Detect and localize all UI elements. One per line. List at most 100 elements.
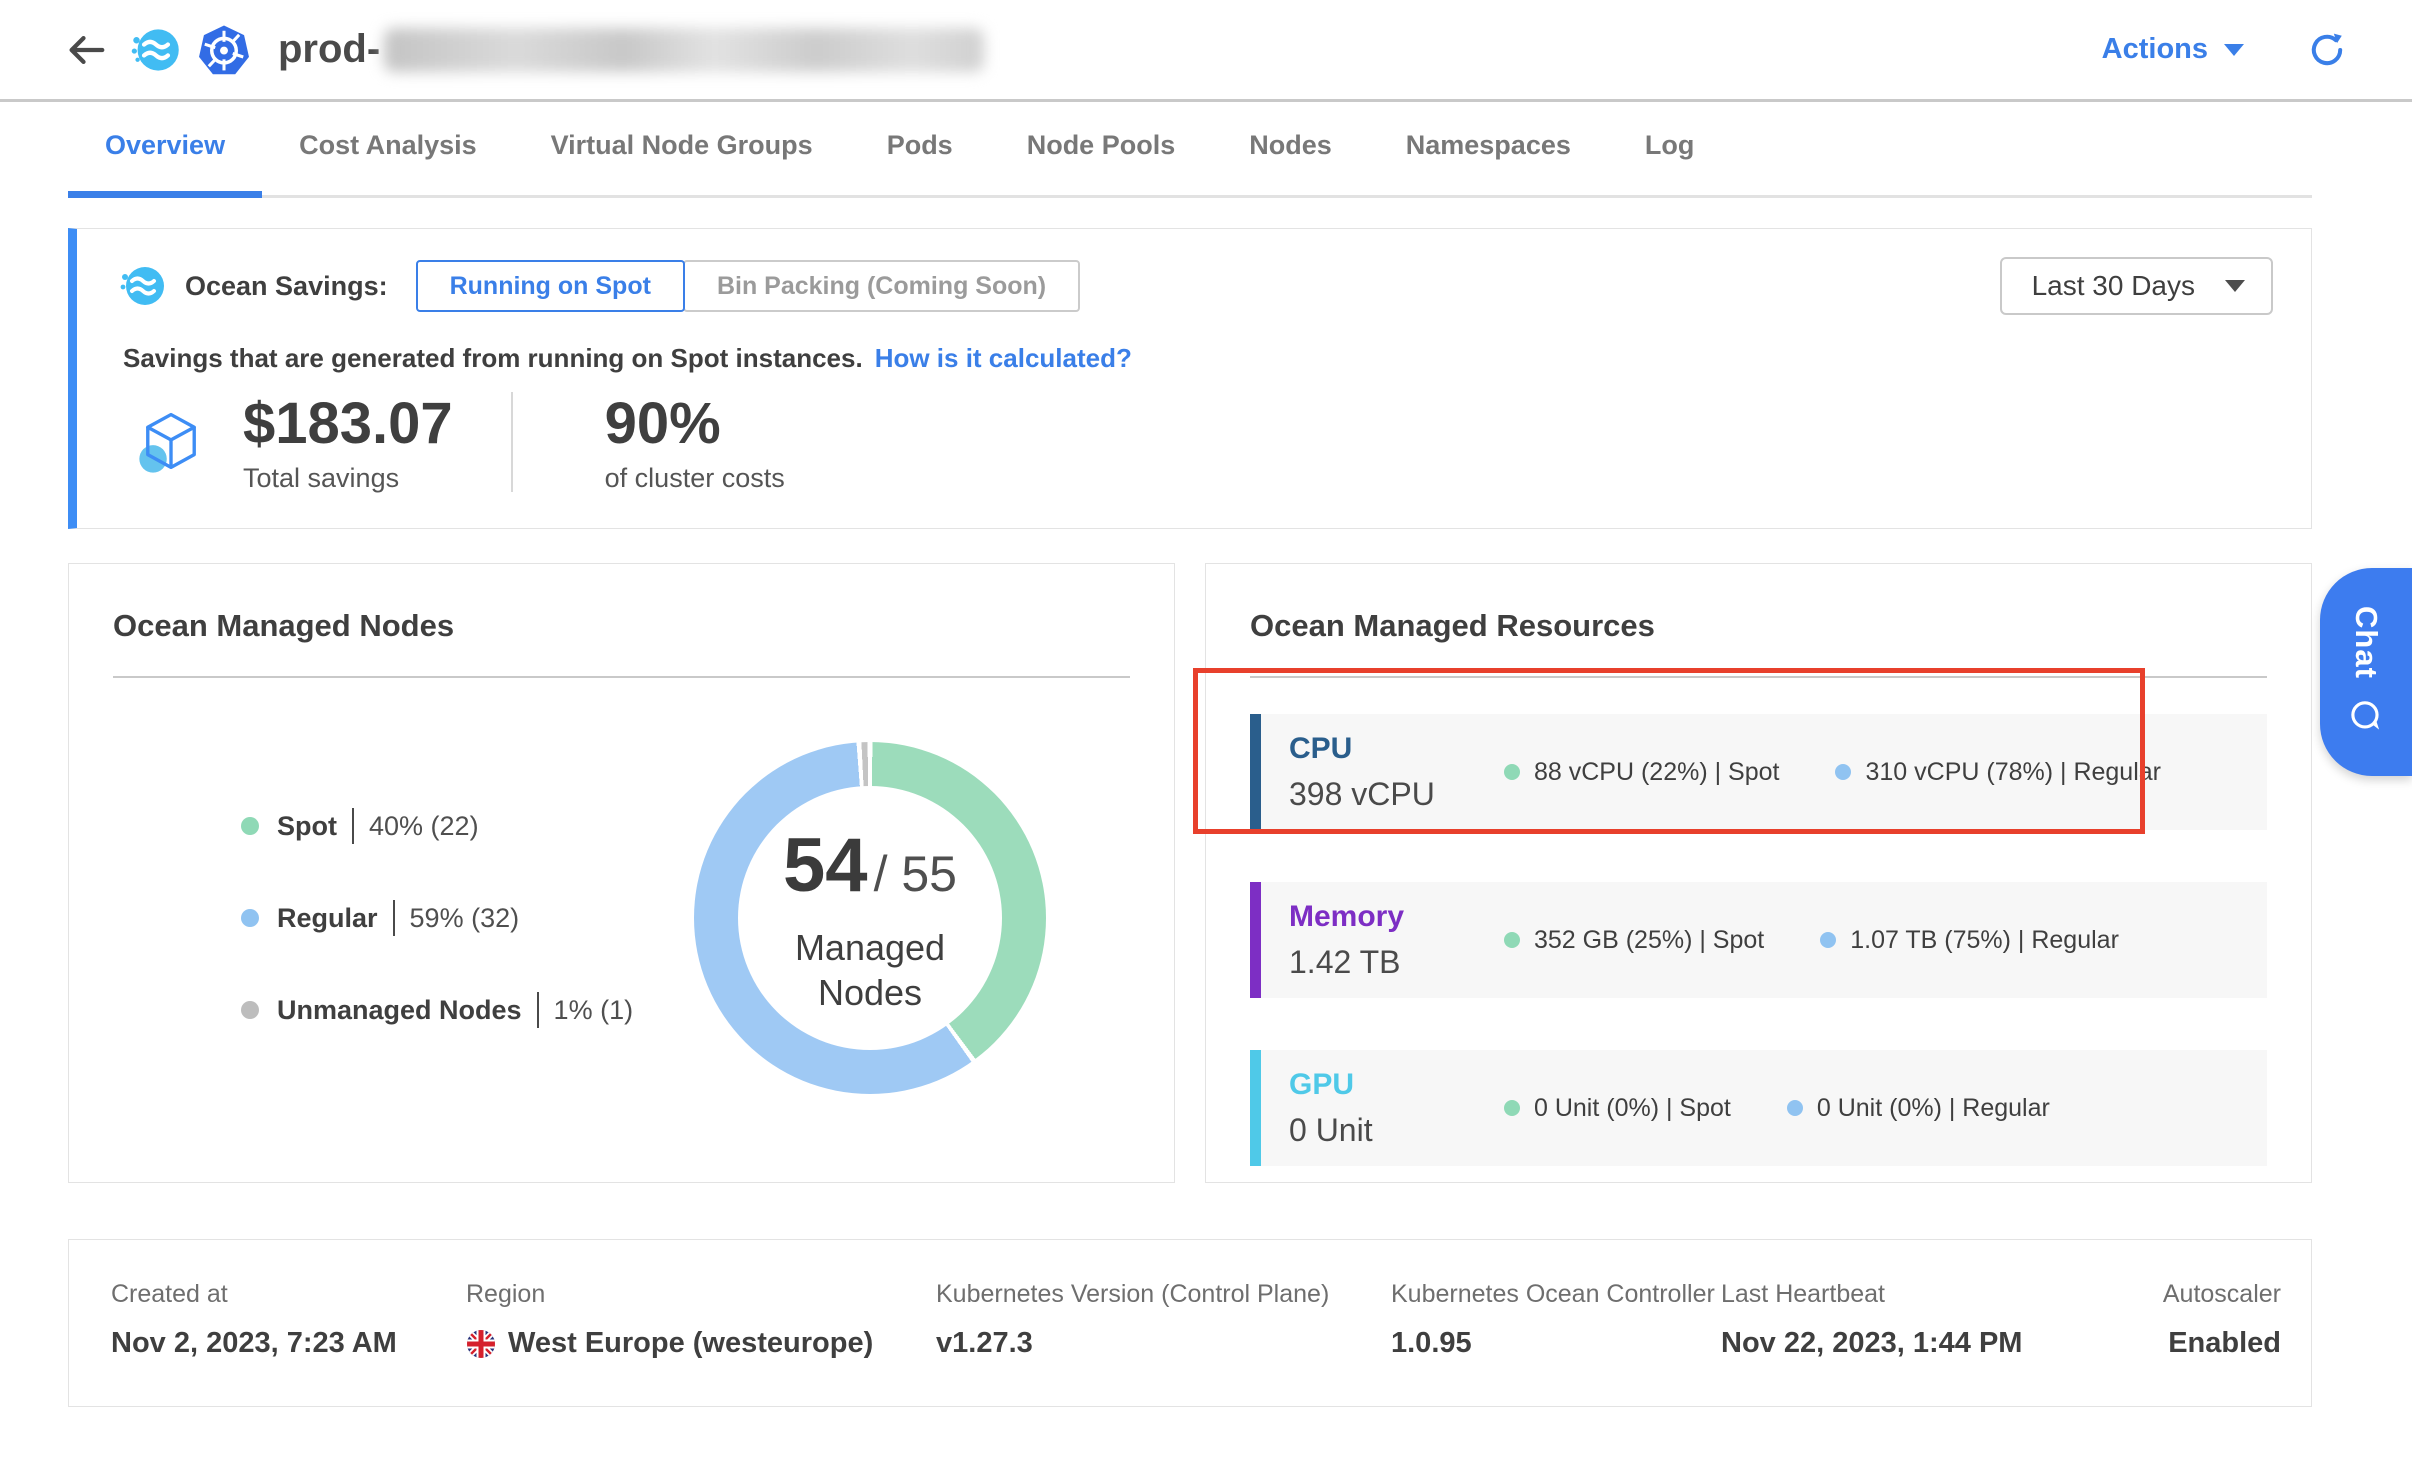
metric-divider [511, 392, 513, 492]
speech-bubble-icon [2345, 696, 2387, 738]
regular-color-dot [1787, 1100, 1803, 1116]
toggle-bin-packing[interactable]: Bin Packing (Coming Soon) [683, 260, 1080, 312]
legend-name: Regular [277, 903, 378, 934]
cpu-spot-stat: 88 vCPU (22%) | Spot [1504, 758, 1779, 787]
gpu-spot-stat: 0 Unit (0%) | Spot [1504, 1094, 1731, 1123]
spot-color-dot [1504, 764, 1520, 780]
savings-cube-icon [133, 404, 209, 480]
cluster-name-prefix: prod- [278, 27, 380, 72]
resource-row-cpu: CPU 398 vCPU 88 vCPU (22%) | Spot 310 vC… [1250, 714, 2267, 830]
ocean-savings-banner: Ocean Savings: Running on Spot Bin Packi… [68, 228, 2312, 529]
tab-pods[interactable]: Pods [850, 130, 990, 198]
footer-value: Nov 2, 2023, 7:23 AM [111, 1327, 466, 1360]
legend-separator [352, 808, 354, 844]
tab-overview[interactable]: Overview [68, 130, 262, 198]
footer-label: Last Heartbeat [1721, 1280, 2026, 1309]
cpu-regular-value: 310 vCPU (78%) | Regular [1865, 758, 2161, 787]
footer-region: Region West Europe (westeurope) [466, 1280, 936, 1360]
cpu-label: CPU [1289, 732, 1504, 766]
managed-nodes-count: 54 [783, 822, 868, 909]
chevron-down-icon [2225, 280, 2245, 292]
memory-regular-stat: 1.07 TB (75%) | Regular [1820, 926, 2119, 955]
footer-label: Autoscaler [2026, 1280, 2281, 1309]
period-selector[interactable]: Last 30 Days [2000, 257, 2273, 315]
card-divider [1250, 676, 2267, 678]
legend-name: Spot [277, 811, 337, 842]
refresh-icon[interactable] [2308, 31, 2346, 69]
legend-separator [393, 900, 395, 936]
footer-label: Created at [111, 1280, 466, 1309]
savings-description: Savings that are generated from running … [123, 343, 863, 374]
memory-spot-stat: 352 GB (25%) | Spot [1504, 926, 1764, 955]
managed-resources-title: Ocean Managed Resources [1250, 608, 2267, 644]
legend-item-regular[interactable]: Regular 59% (32) [241, 900, 633, 936]
toggle-running-on-spot[interactable]: Running on Spot [416, 260, 685, 312]
period-selector-value: Last 30 Days [2032, 270, 2195, 302]
uk-flag-icon [466, 1329, 496, 1359]
legend-value: 1% (1) [554, 995, 634, 1026]
gpu-regular-stat: 0 Unit (0%) | Regular [1787, 1094, 2050, 1123]
footer-value: 1.0.95 [1391, 1327, 1721, 1360]
ocean-savings-label: Ocean Savings: [185, 271, 388, 302]
cluster-cost-metric: 90% of cluster costs [605, 390, 785, 494]
region-value: West Europe (westeurope) [508, 1327, 873, 1360]
top-bar-actions: Actions [2102, 31, 2346, 69]
legend-item-unmanaged-nodes[interactable]: Unmanaged Nodes 1% (1) [241, 992, 633, 1028]
tab-node-pools[interactable]: Node Pools [990, 130, 1213, 198]
chat-button[interactable]: Chat [2320, 568, 2412, 776]
footer-value: v1.27.3 [936, 1327, 1391, 1360]
tab-cost-analysis[interactable]: Cost Analysis [262, 130, 514, 198]
gpu-spot-value: 0 Unit (0%) | Spot [1534, 1094, 1731, 1123]
regular-color-dot [1835, 764, 1851, 780]
footer-created-at: Created at Nov 2, 2023, 7:23 AM [111, 1280, 466, 1360]
tab-log[interactable]: Log [1608, 130, 1731, 198]
donut-center: 54 / 55 Managed Nodes [738, 786, 1002, 1050]
legend-item-spot[interactable]: Spot 40% (22) [241, 808, 633, 844]
total-savings-metric: $183.07 Total savings [243, 390, 453, 494]
kubernetes-logo-icon [196, 22, 252, 78]
total-savings-label: Total savings [243, 463, 453, 494]
footer-ocean-controller: Kubernetes Ocean Controller 1.0.95 [1391, 1280, 1721, 1360]
ocean-managed-nodes-card: Ocean Managed Nodes Spot 40% (22) Regula… [68, 563, 1175, 1183]
cluster-info-footer: Created at Nov 2, 2023, 7:23 AM Region W… [68, 1239, 2312, 1407]
unmanaged-color-dot [241, 1001, 259, 1019]
legend-value: 59% (32) [410, 903, 520, 934]
actions-dropdown-button[interactable]: Actions [2102, 33, 2244, 66]
gpu-total: 0 Unit [1289, 1112, 1504, 1149]
managed-nodes-total: / 55 [874, 845, 957, 903]
managed-nodes-title: Ocean Managed Nodes [113, 608, 1130, 644]
chat-label: Chat [2348, 606, 2384, 679]
footer-value: West Europe (westeurope) [466, 1327, 936, 1360]
autoscaler-status-badge: Enabled [2026, 1327, 2281, 1360]
footer-kubernetes-version: Kubernetes Version (Control Plane) v1.27… [936, 1280, 1391, 1360]
gpu-regular-value: 0 Unit (0%) | Regular [1817, 1094, 2050, 1123]
memory-regular-value: 1.07 TB (75%) | Regular [1850, 926, 2119, 955]
back-arrow-icon[interactable] [64, 28, 108, 72]
cluster-name-redacted [384, 28, 984, 72]
cpu-spot-value: 88 vCPU (22%) | Spot [1534, 758, 1779, 787]
tab-nodes[interactable]: Nodes [1212, 130, 1369, 198]
resource-row-memory: Memory 1.42 TB 352 GB (25%) | Spot 1.07 … [1250, 882, 2267, 998]
spot-color-dot [1504, 932, 1520, 948]
cluster-cost-label: of cluster costs [605, 463, 785, 494]
memory-label: Memory [1289, 900, 1504, 934]
chevron-down-icon [2224, 44, 2244, 56]
how-calculated-link[interactable]: How is it calculated? [875, 343, 1132, 374]
footer-last-heartbeat: Last Heartbeat Nov 22, 2023, 1:44 PM [1721, 1280, 2026, 1360]
tab-virtual-node-groups[interactable]: Virtual Node Groups [514, 130, 850, 198]
ocean-managed-resources-card: Ocean Managed Resources CPU 398 vCPU 88 … [1205, 563, 2312, 1183]
legend-name: Unmanaged Nodes [277, 995, 522, 1026]
footer-label: Kubernetes Ocean Controller [1391, 1280, 1721, 1309]
managed-nodes-caption: Managed Nodes [755, 925, 985, 1015]
legend-separator [537, 992, 539, 1028]
nodes-legend: Spot 40% (22) Regular 59% (32) Unmanaged… [241, 808, 633, 1028]
footer-value: Nov 22, 2023, 1:44 PM [1721, 1327, 2026, 1360]
tab-namespaces[interactable]: Namespaces [1369, 130, 1608, 198]
actions-label: Actions [2102, 33, 2208, 66]
savings-mode-toggle: Running on Spot Bin Packing (Coming Soon… [416, 260, 1081, 312]
ocean-logo-icon [130, 24, 182, 76]
ocean-waves-icon [119, 262, 167, 310]
total-savings-value: $183.07 [243, 390, 453, 457]
memory-total: 1.42 TB [1289, 944, 1504, 981]
top-bar: prod- Actions [0, 0, 2412, 102]
